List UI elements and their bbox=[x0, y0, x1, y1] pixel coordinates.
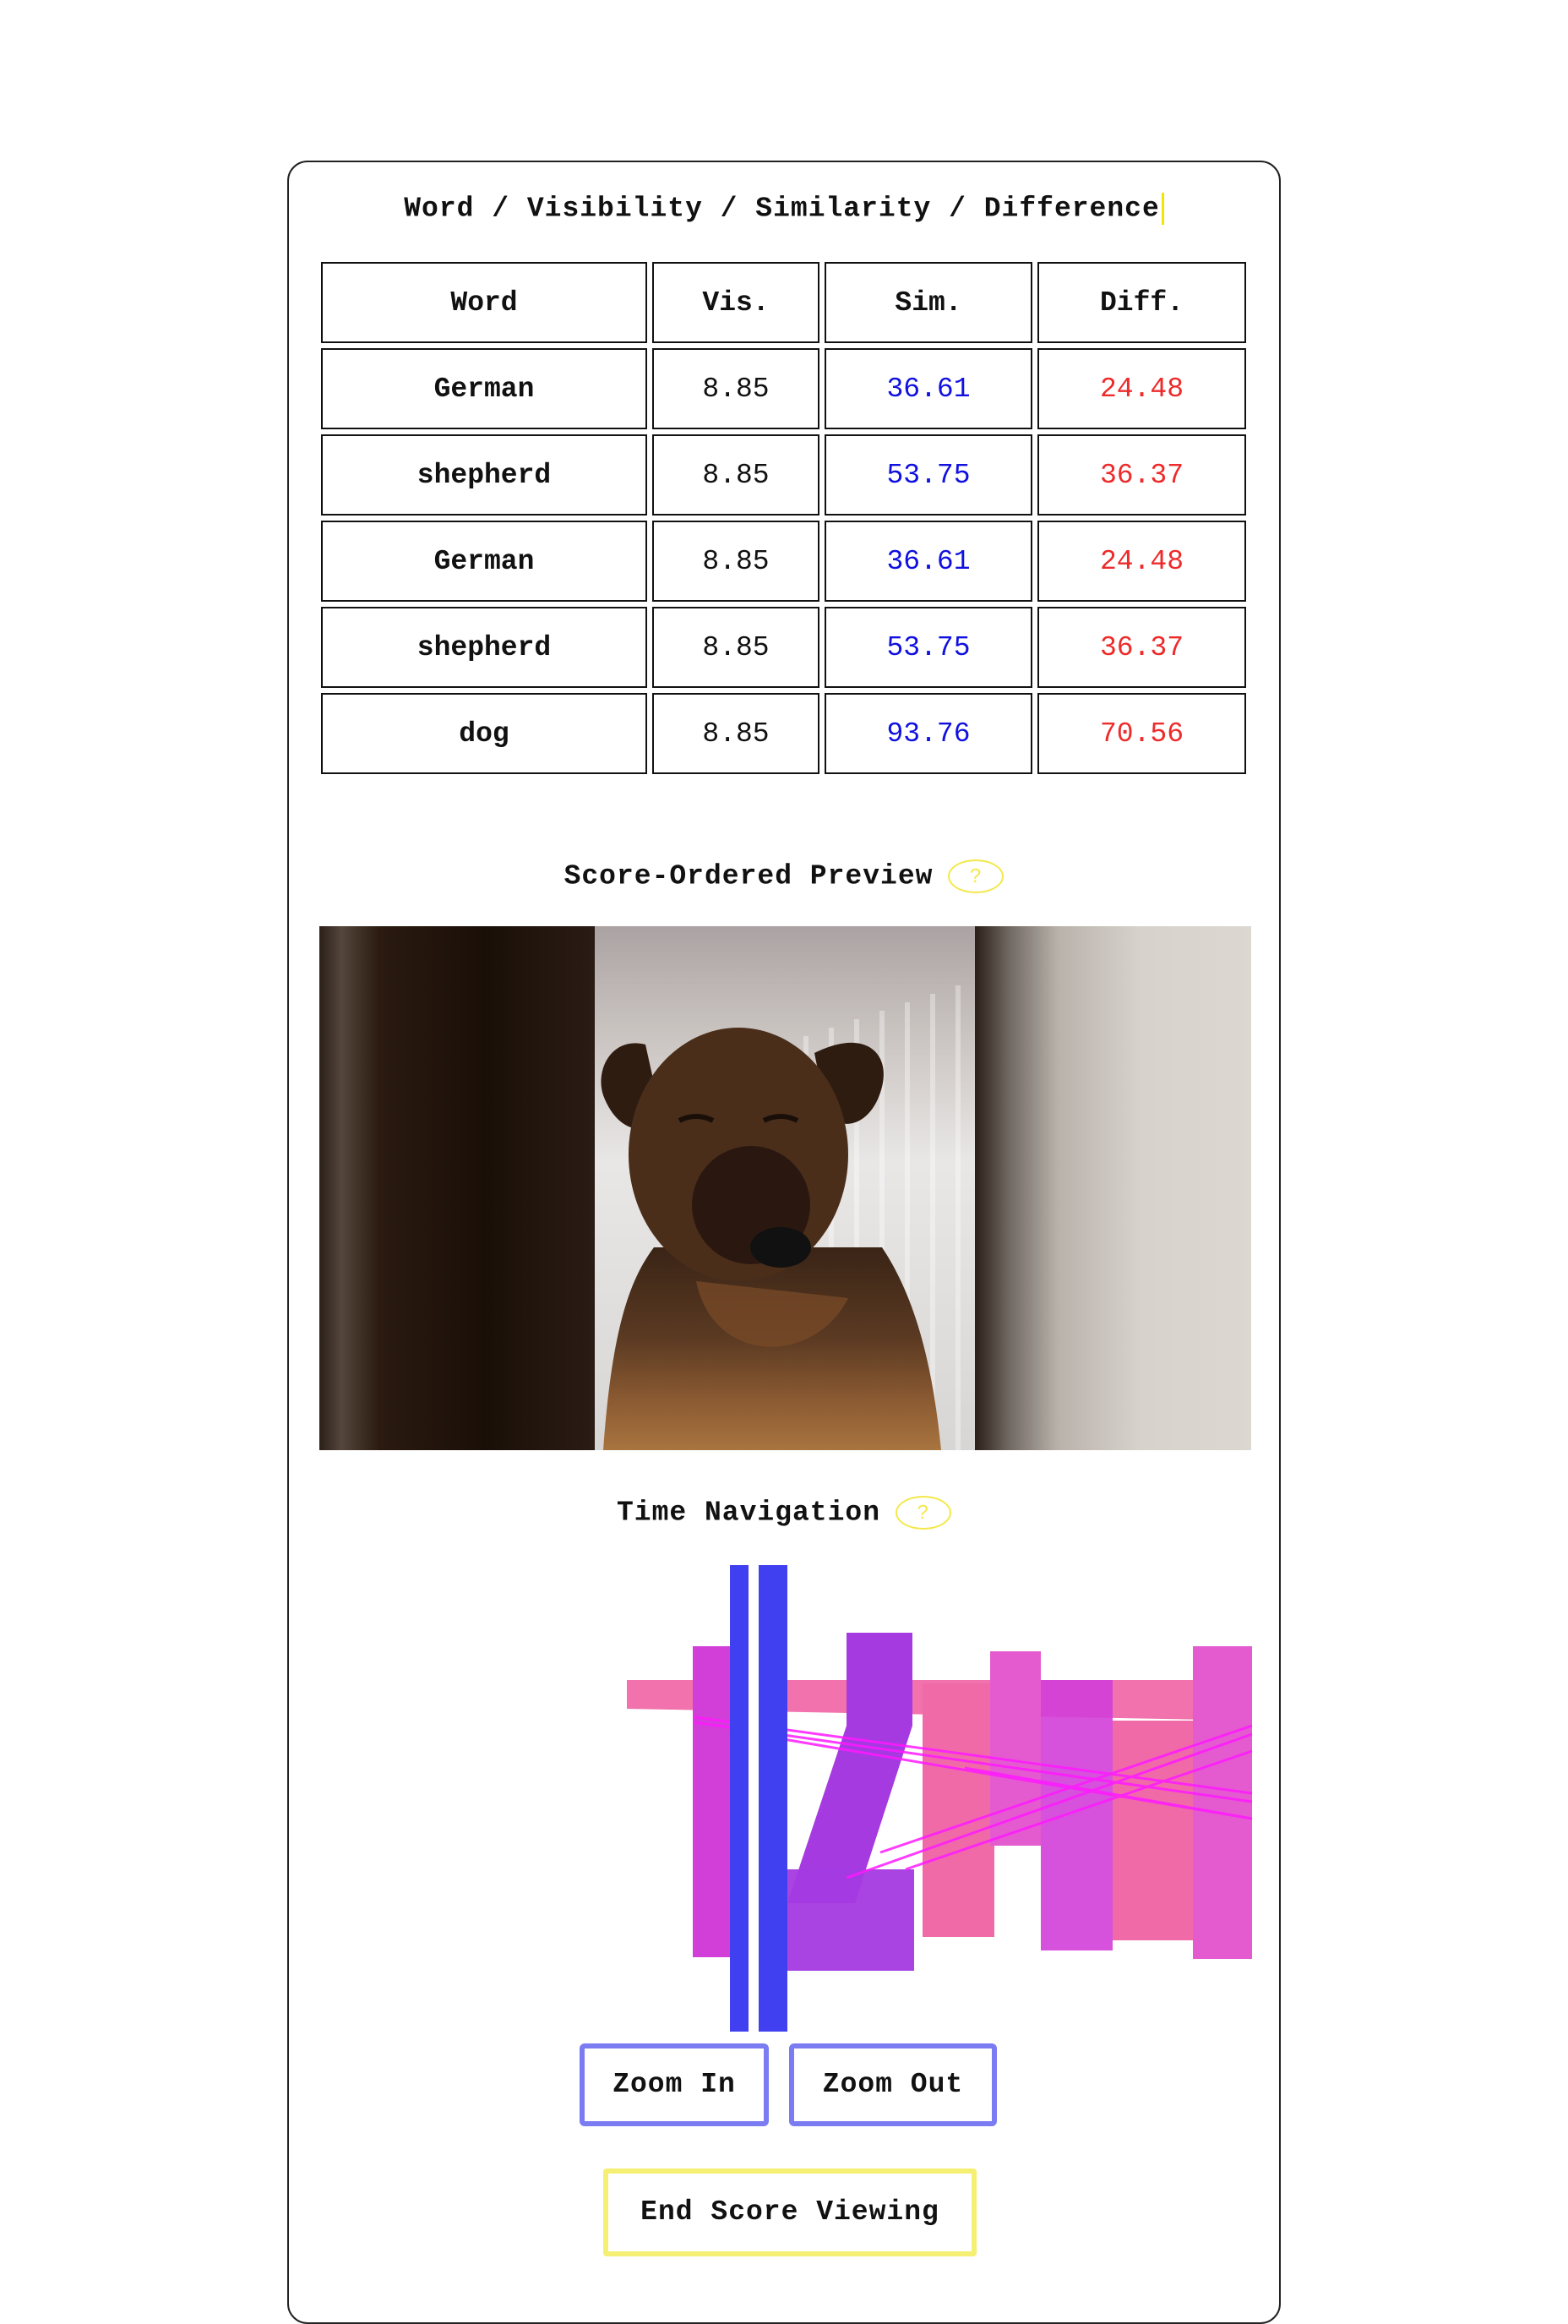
timeline-bar bbox=[1113, 1721, 1193, 1940]
table-row[interactable]: German 8.85 36.61 24.48 bbox=[321, 521, 1246, 602]
time-cursor-marker[interactable] bbox=[730, 1565, 749, 2032]
visibility-cell: 8.85 bbox=[652, 348, 819, 429]
table-header-row: Word Vis. Sim. Diff. bbox=[321, 262, 1246, 343]
visibility-cell: 8.85 bbox=[652, 607, 819, 688]
question-mark-icon[interactable]: ? bbox=[948, 859, 1004, 893]
dog-illustration bbox=[601, 985, 961, 1450]
word-score-table: Word Vis. Sim. Diff. German 8.85 36.61 2… bbox=[316, 257, 1251, 779]
word-cell: dog bbox=[321, 693, 647, 774]
timeline-bar bbox=[1193, 1646, 1252, 1959]
word-cell: shepherd bbox=[321, 607, 647, 688]
table-row[interactable]: shepherd 8.85 53.75 36.37 bbox=[321, 607, 1246, 688]
column-header-similarity: Sim. bbox=[825, 262, 1032, 343]
table-row[interactable]: German 8.85 36.61 24.48 bbox=[321, 348, 1246, 429]
visibility-cell: 8.85 bbox=[652, 434, 819, 516]
text-cursor bbox=[1161, 193, 1164, 225]
similarity-cell: 53.75 bbox=[825, 434, 1032, 516]
similarity-cell: 93.76 bbox=[825, 693, 1032, 774]
time-navigation-graph[interactable] bbox=[627, 1565, 1252, 2038]
difference-cell: 24.48 bbox=[1037, 521, 1246, 602]
preview-frame-center: PETS PAWS bbox=[595, 926, 1143, 1450]
difference-cell: 24.48 bbox=[1037, 348, 1246, 429]
table-row[interactable]: shepherd 8.85 53.75 36.37 bbox=[321, 434, 1246, 516]
time-cursor-marker[interactable] bbox=[759, 1565, 787, 2032]
timeline-bar bbox=[787, 1869, 914, 1971]
panel-title-text: Word / Visibility / Similarity / Differe… bbox=[404, 193, 1160, 225]
word-cell: German bbox=[321, 521, 647, 602]
preview-frame-right bbox=[975, 926, 1251, 1450]
similarity-cell: 36.61 bbox=[825, 348, 1032, 429]
zoom-in-button[interactable]: Zoom In bbox=[580, 2043, 769, 2126]
time-cursor-gap bbox=[749, 1565, 759, 2032]
column-header-word: Word bbox=[321, 262, 647, 343]
table-row[interactable]: dog 8.85 93.76 70.56 bbox=[321, 693, 1246, 774]
preview-frame-left bbox=[319, 926, 595, 1450]
timeline-bar bbox=[1041, 1680, 1113, 1950]
column-header-visibility: Vis. bbox=[652, 262, 819, 343]
preview-title: Score-Ordered Preview? bbox=[289, 859, 1279, 893]
similarity-cell: 53.75 bbox=[825, 607, 1032, 688]
visibility-cell: 8.85 bbox=[652, 693, 819, 774]
difference-cell: 36.37 bbox=[1037, 434, 1246, 516]
time-navigation-title-text: Time Navigation bbox=[616, 1497, 881, 1529]
score-ordered-preview-image[interactable]: PETS PAWS bbox=[319, 926, 1251, 1450]
similarity-cell: 36.61 bbox=[825, 521, 1032, 602]
zoom-out-button[interactable]: Zoom Out bbox=[789, 2043, 997, 2126]
question-mark-icon[interactable]: ? bbox=[896, 1496, 952, 1530]
end-score-viewing-button[interactable]: End Score Viewing bbox=[603, 2169, 977, 2256]
visibility-cell: 8.85 bbox=[652, 521, 819, 602]
preview-title-text: Score-Ordered Preview bbox=[564, 860, 934, 892]
column-header-difference: Diff. bbox=[1037, 262, 1246, 343]
score-panel: Word / Visibility / Similarity / Differe… bbox=[287, 161, 1281, 2324]
difference-cell: 70.56 bbox=[1037, 693, 1246, 774]
timeline-bar bbox=[990, 1651, 1041, 1846]
panel-title: Word / Visibility / Similarity / Differe… bbox=[289, 193, 1279, 225]
word-cell: shepherd bbox=[321, 434, 647, 516]
word-cell: German bbox=[321, 348, 647, 429]
time-navigation-title: Time Navigation? bbox=[289, 1496, 1279, 1530]
difference-cell: 36.37 bbox=[1037, 607, 1246, 688]
timeline-bar bbox=[847, 1633, 912, 1726]
timeline-bar bbox=[923, 1683, 994, 1937]
